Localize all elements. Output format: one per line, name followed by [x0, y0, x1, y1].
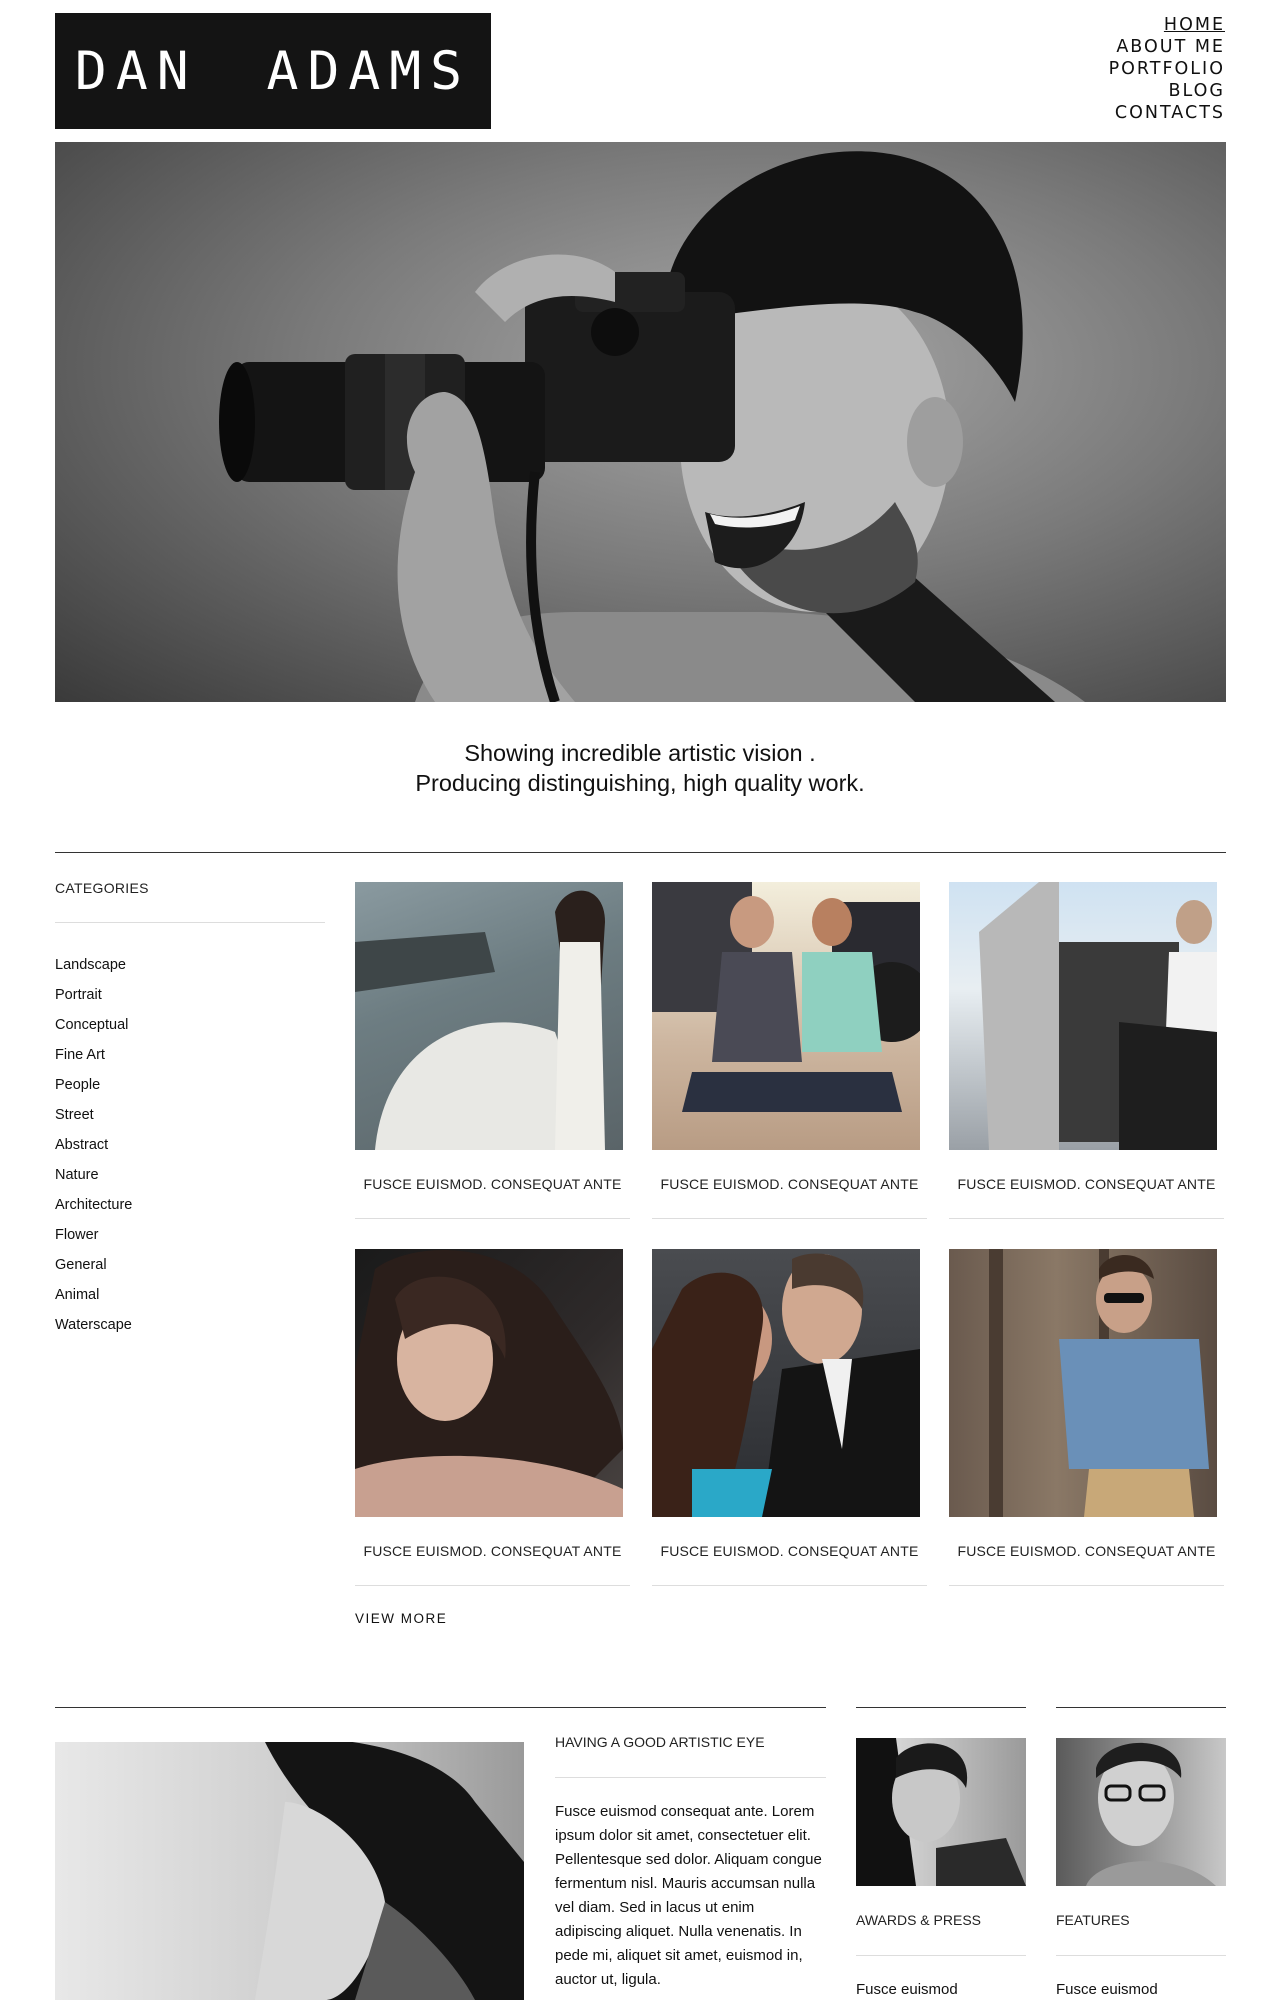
awards-title: AWARDS & PRESS — [856, 1912, 981, 1928]
categories-list: Landscape Portrait Conceptual Fine Art P… — [55, 950, 132, 1340]
tagline: Showing incredible artistic vision . Pro… — [0, 738, 1280, 798]
view-more-link[interactable]: VIEW MORE — [355, 1611, 447, 1626]
gallery-caption[interactable]: FUSCE EUISMOD. CONSEQUAT ANTE — [652, 1176, 927, 1192]
about-text: Fusce euismod consequat ante. Lorem ipsu… — [555, 1803, 822, 1988]
gallery-caption[interactable]: FUSCE EUISMOD. CONSEQUAT ANTE — [949, 1176, 1224, 1192]
category-architecture[interactable]: Architecture — [55, 1190, 132, 1220]
category-portrait[interactable]: Portrait — [55, 980, 132, 1010]
features-divider-top — [1056, 1707, 1226, 1708]
gallery-item[interactable]: FUSCE EUISMOD. CONSEQUAT ANTE — [949, 1249, 1224, 1586]
features-title: FEATURES — [1056, 1912, 1130, 1928]
logo-text: DAN ADAMS — [74, 40, 472, 102]
tagline-line-2: Producing distinguishing, high quality w… — [415, 770, 865, 796]
category-nature[interactable]: Nature — [55, 1160, 132, 1190]
category-fine-art[interactable]: Fine Art — [55, 1040, 132, 1070]
awards-text[interactable]: Fusce euismod — [856, 1981, 958, 1998]
caption-divider — [355, 1585, 630, 1586]
gallery-caption[interactable]: FUSCE EUISMOD. CONSEQUAT ANTE — [652, 1543, 927, 1559]
gallery-item[interactable]: FUSCE EUISMOD. CONSEQUAT ANTE — [949, 882, 1224, 1219]
category-street[interactable]: Street — [55, 1100, 132, 1130]
about-divider — [555, 1777, 826, 1778]
nav-about-me[interactable]: ABOUT ME — [1109, 36, 1225, 58]
nav-portfolio[interactable]: PORTFOLIO — [1109, 58, 1225, 80]
categories-title: CATEGORIES — [55, 880, 149, 896]
category-general[interactable]: General — [55, 1250, 132, 1280]
awards-image[interactable] — [856, 1738, 1026, 1886]
site-logo[interactable]: DAN ADAMS — [55, 13, 491, 129]
category-conceptual[interactable]: Conceptual — [55, 1010, 132, 1040]
features-text[interactable]: Fusce euismod — [1056, 1981, 1158, 1998]
awards-divider-top — [856, 1707, 1026, 1708]
gallery-image-man-denim[interactable] — [949, 1249, 1217, 1517]
category-abstract[interactable]: Abstract — [55, 1130, 132, 1160]
caption-divider — [652, 1585, 927, 1586]
category-waterscape[interactable]: Waterscape — [55, 1310, 132, 1340]
photographer-illustration — [219, 151, 1085, 702]
gallery-caption[interactable]: FUSCE EUISMOD. CONSEQUAT ANTE — [355, 1543, 630, 1559]
gallery-image-man-in-car[interactable] — [949, 882, 1217, 1150]
tagline-line-1: Showing incredible artistic vision . — [464, 740, 816, 766]
caption-divider — [355, 1218, 630, 1219]
gallery-item[interactable]: FUSCE EUISMOD. CONSEQUAT ANTE — [355, 882, 630, 1219]
features-divider — [1056, 1955, 1226, 1956]
category-animal[interactable]: Animal — [55, 1280, 132, 1310]
caption-divider — [949, 1585, 1224, 1586]
nav-blog[interactable]: BLOG — [1109, 80, 1225, 102]
gallery-item[interactable]: FUSCE EUISMOD. CONSEQUAT ANTE — [652, 882, 927, 1219]
artistic-eye-image — [55, 1742, 524, 2000]
gallery-image-couple-motorcycle[interactable] — [652, 882, 920, 1150]
gallery-item[interactable]: FUSCE EUISMOD. CONSEQUAT ANTE — [652, 1249, 927, 1586]
caption-divider — [949, 1218, 1224, 1219]
category-people[interactable]: People — [55, 1070, 132, 1100]
gallery-item[interactable]: FUSCE EUISMOD. CONSEQUAT ANTE — [355, 1249, 630, 1586]
nav-contacts[interactable]: CONTACTS — [1109, 102, 1225, 124]
nav-home[interactable]: HOME — [1109, 14, 1225, 36]
hero-image — [55, 142, 1226, 702]
category-landscape[interactable]: Landscape — [55, 950, 132, 980]
gallery-image-woman-white-dress[interactable] — [355, 882, 623, 1150]
caption-divider — [652, 1218, 927, 1219]
category-flower[interactable]: Flower — [55, 1220, 132, 1250]
categories-divider — [55, 922, 325, 923]
gallery-caption[interactable]: FUSCE EUISMOD. CONSEQUAT ANTE — [949, 1543, 1224, 1559]
section-divider — [55, 852, 1226, 853]
main-nav: HOME ABOUT ME PORTFOLIO BLOG CONTACTS — [1109, 14, 1225, 124]
features-image[interactable] — [1056, 1738, 1226, 1886]
gallery-caption[interactable]: FUSCE EUISMOD. CONSEQUAT ANTE — [355, 1176, 630, 1192]
awards-divider — [856, 1955, 1026, 1956]
gallery-image-couple-embrace[interactable] — [652, 1249, 920, 1517]
bottom-divider — [55, 1707, 826, 1708]
gallery-image-woman-portrait[interactable] — [355, 1249, 623, 1517]
about-title: HAVING A GOOD ARTISTIC EYE — [555, 1734, 765, 1750]
